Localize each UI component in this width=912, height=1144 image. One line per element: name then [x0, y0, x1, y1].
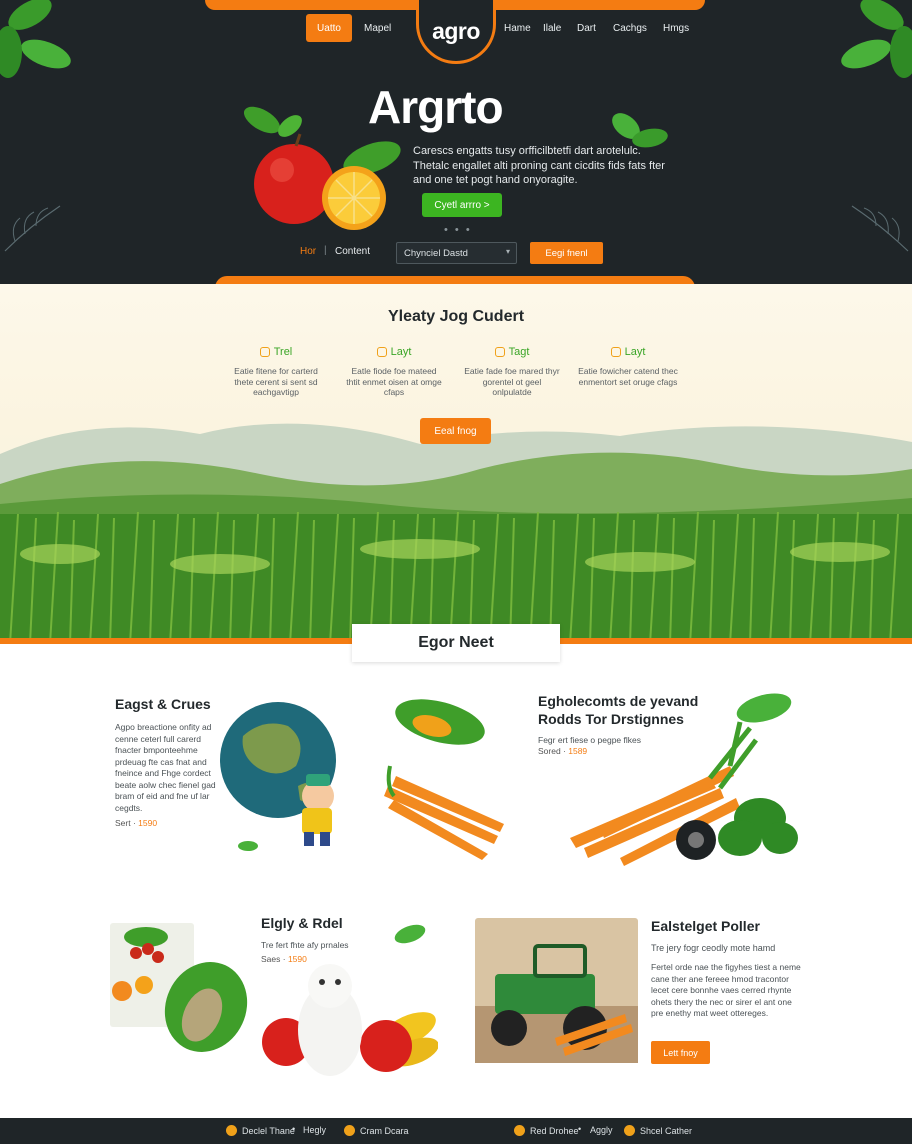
features-section: Yleaty Jog Cudert Trel Eatie fitene for …	[0, 284, 912, 644]
nav-link-3[interactable]: Dart	[567, 14, 606, 42]
section-tab: Egor Neet	[352, 624, 560, 662]
footer-link-label: Red Drohee	[530, 1125, 579, 1136]
feature-title: Layt	[624, 346, 646, 358]
category-select[interactable]: Chynciel Dastd ▾	[396, 242, 517, 264]
globe-and-carrots-illustration-icon	[220, 699, 504, 860]
footer-link-label: Declel Thane	[242, 1125, 295, 1136]
hero-section: Uatto Mapel agro Hame Ilale Dart Cachgs …	[0, 0, 912, 284]
feature-card: Layt Eatle fiode foe mateed thtit enmet …	[344, 346, 444, 398]
footer-link[interactable]: Red Drohee	[514, 1125, 579, 1136]
footer-sub-link[interactable]: Aggly	[590, 1125, 613, 1135]
hero-description: Carescs engatts tusy orfficilbtetfi dart…	[413, 145, 665, 186]
vegetables-basket-illustration-icon	[110, 923, 248, 1052]
read-more-button[interactable]: Eeal fnog	[420, 418, 491, 444]
leaf-decoration-right-icon	[841, 0, 912, 78]
filter-separator: |	[324, 245, 327, 256]
nav-link-5[interactable]: Hmgs	[653, 14, 699, 42]
feature-text: Eatie fowicher catend thec enmentort set…	[578, 366, 678, 387]
product-price: Sert · 1590	[115, 818, 158, 828]
footer-sub-link[interactable]: Hegly	[303, 1125, 326, 1135]
footer-link-label: Shcel Cather	[640, 1125, 693, 1136]
footer-link[interactable]: Cram Dcara	[344, 1125, 409, 1136]
footer-link[interactable]: Shcel Cather	[624, 1125, 692, 1136]
carousel-dots[interactable]: • • •	[444, 224, 472, 236]
fern-outline-left-icon	[4, 205, 61, 252]
product-title: Ealstelget Poller	[651, 918, 760, 934]
hero-bottom-accent	[215, 276, 695, 284]
feature-card: Tagt Eatie fade foe mared thyr gorentel …	[462, 346, 562, 398]
fern-outline-right-icon	[851, 205, 909, 252]
filter-tab-hot[interactable]: Hor	[300, 246, 316, 257]
produce-and-mascot-illustration-icon	[262, 924, 438, 1076]
product-text: Fertel orde nae the figyhes tiest a neme…	[651, 962, 801, 1018]
price-value: 1590	[138, 818, 158, 828]
feature-title: Tagt	[508, 346, 530, 358]
logo-text: agro	[432, 17, 480, 44]
farm-landscape-image	[0, 423, 912, 644]
price-label: Sored	[538, 746, 561, 756]
clock-icon	[259, 347, 270, 357]
footer-link-label: Cram Dcara	[360, 1125, 409, 1136]
feature-title: Layt	[390, 346, 412, 358]
get-started-button[interactable]: Cyetl arrro >	[422, 193, 502, 217]
feature-card: Trel Eatie fitene for carterd thete cere…	[226, 346, 326, 398]
feature-title: Trel	[273, 346, 293, 358]
price-label: Sert	[115, 818, 131, 828]
nav-link-2[interactable]: Ilale	[533, 14, 571, 42]
feature-text: Eatie fitene for carterd thete cerent si…	[234, 366, 318, 397]
feature-text: Eatle fiode foe mateed thtit enmet oisen…	[346, 366, 442, 397]
learn-more-button[interactable]: Lett fnoy	[651, 1041, 710, 1064]
product-text: Agpo breactione onfity ad cenne ceterl f…	[115, 722, 216, 813]
coin-icon	[624, 1125, 635, 1136]
feature-text: Eatie fade foe mared thyr gorentel ot ge…	[464, 366, 560, 397]
footer: Declel Thane • Hegly Cram Dcara Red Droh…	[0, 1118, 912, 1144]
coin-icon	[226, 1125, 237, 1136]
logo[interactable]: agro	[416, 0, 496, 64]
coin-icon	[344, 1125, 355, 1136]
box-icon	[376, 347, 387, 357]
section-tab-label: Egor Neet	[418, 634, 494, 651]
leaf-decoration-left-icon	[0, 0, 71, 78]
bulb-icon	[610, 347, 621, 357]
product-title: Eagst & Crues	[115, 696, 211, 712]
nav-link-map[interactable]: Mapel	[354, 14, 401, 42]
footer-separator: •	[292, 1124, 296, 1134]
category-select-value: Chynciel Dastd	[404, 247, 468, 259]
hero-title: Argrto	[368, 81, 504, 133]
tag-icon	[494, 347, 505, 357]
nav-link-4[interactable]: Cachgs	[603, 14, 657, 42]
footer-sub-label: Hegly	[303, 1125, 327, 1135]
nav-link-home[interactable]: Uatto	[306, 14, 352, 42]
search-button[interactable]: Eegi fnenl	[530, 242, 603, 264]
coin-icon	[514, 1125, 525, 1136]
feature-card: Layt Eatie fowicher catend thec enmentor…	[578, 346, 678, 387]
footer-separator: •	[578, 1124, 582, 1134]
footer-link[interactable]: Declel Thane	[226, 1125, 295, 1136]
carrots-bundle-illustration-icon	[570, 693, 798, 866]
tractor-illustration-icon	[475, 918, 638, 1063]
filter-tab-content[interactable]: Content	[335, 246, 370, 257]
product-subtitle: Tre jery fogr ceodly mote hamd	[651, 943, 776, 953]
features-title: Yleaty Jog Cudert	[387, 308, 525, 325]
footer-sub-label: Aggly	[590, 1125, 613, 1135]
chevron-down-icon: ▾	[505, 247, 510, 256]
